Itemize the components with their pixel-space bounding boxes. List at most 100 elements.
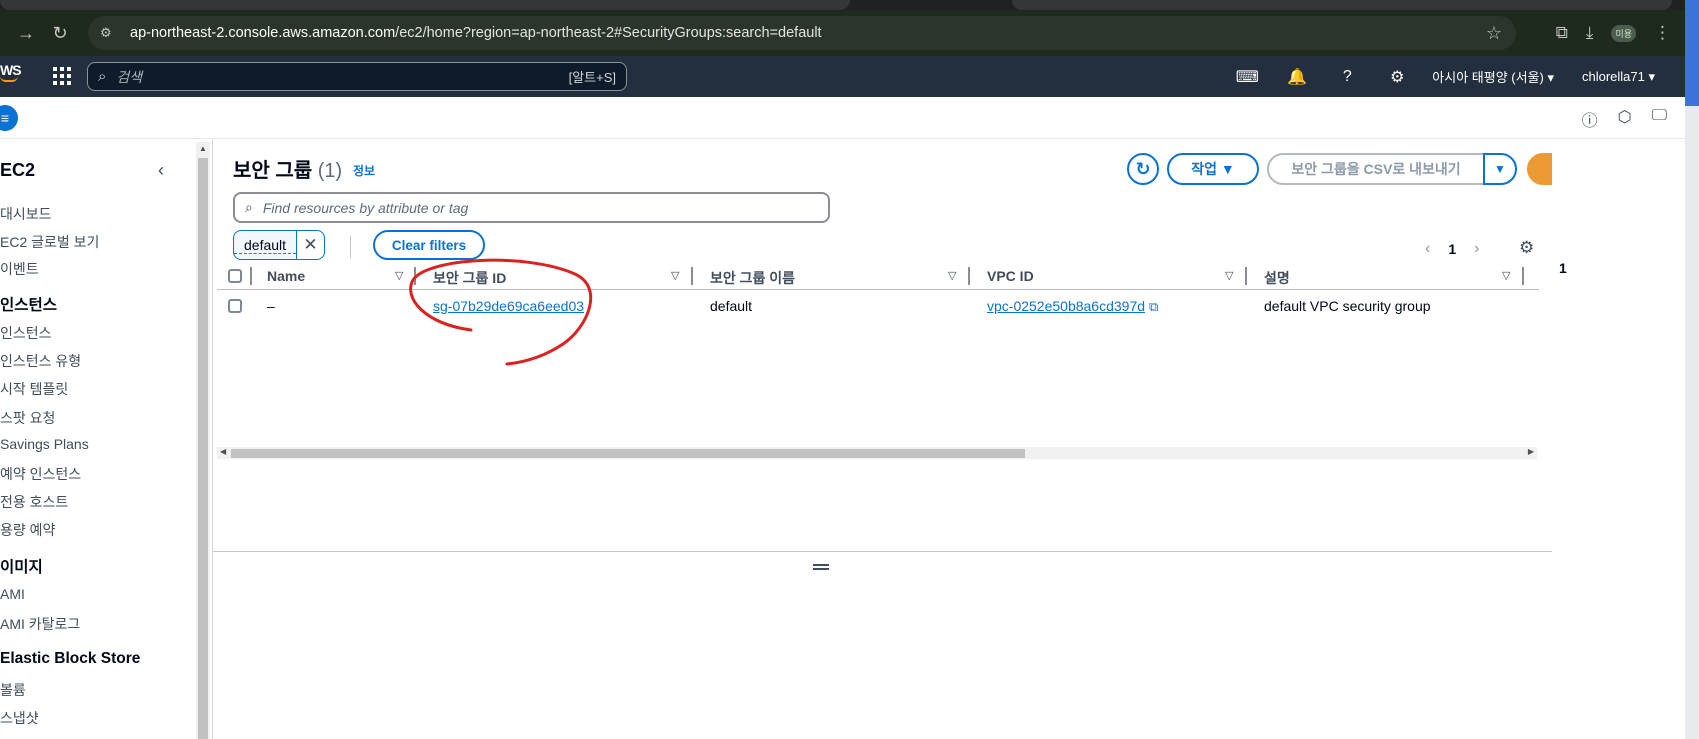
sidebar-item-instances[interactable]: 인스턴스 <box>0 323 52 343</box>
annotation-circle <box>409 258 593 366</box>
scroll-left-arrow-icon[interactable]: ◀ <box>220 447 226 456</box>
refresh-button[interactable]: ↻ <box>1127 153 1159 185</box>
previous-page-icon[interactable]: ‹ <box>1425 240 1430 258</box>
address-url[interactable]: ap-northeast-2.console.aws.amazon.com/ec… <box>130 25 822 41</box>
filter-placeholder: Find resources by attribute or tag <box>262 199 469 216</box>
remove-token-icon[interactable]: ✕ <box>296 231 325 259</box>
sort-icon[interactable]: ▽ <box>1225 269 1233 282</box>
page-title-text: 보안 그룹 <box>233 160 313 182</box>
clear-filters-button[interactable]: Clear filters <box>373 230 485 260</box>
sidebar-item-reserved-instances[interactable]: 예약 인스턴스 <box>0 464 81 484</box>
column-divider[interactable] <box>691 267 693 285</box>
column-header-description[interactable]: 설명 <box>1264 268 1290 288</box>
filter-input[interactable]: ⌕ Find resources by attribute or tag <box>233 192 830 223</box>
select-all-checkbox[interactable] <box>228 269 242 283</box>
sidebar-section-instances[interactable]: 인스턴스 <box>0 293 57 315</box>
cell-group-name: default <box>710 298 753 314</box>
sidebar-item-volumes[interactable]: 볼륨 <box>0 680 26 700</box>
browser-toolbar: → ↻ ⚙ ap-northeast-2.console.aws.amazon.… <box>0 10 1685 56</box>
scroll-right-arrow-icon[interactable]: ▶ <box>1528 447 1534 456</box>
region-selector[interactable]: 아시아 태평양 (서울) ▾ <box>1432 67 1554 86</box>
sidebar-item-launch-templates[interactable]: 시작 템플릿 <box>0 379 68 399</box>
info-panel-icon[interactable]: ⓘ <box>1582 107 1598 131</box>
column-divider <box>250 267 252 285</box>
feedback-icon[interactable]: 🖵 <box>1652 107 1667 131</box>
vpc-id-link[interactable]: vpc-0252e50b8a6cd397d <box>987 298 1145 314</box>
aws-logo[interactable]: WS <box>0 62 22 82</box>
column-header-name[interactable]: Name <box>267 268 305 284</box>
sidebar-item-ami-catalog[interactable]: AMI 카탈로그 <box>0 614 80 634</box>
filter-token-label[interactable]: default <box>234 237 297 254</box>
sidebar-scroll-thumb[interactable] <box>198 158 208 739</box>
aws-header-right: ⌨ 🔔 ? ⚙ 아시아 태평양 (서울) ▾ chlorella71 ▾ <box>1222 56 1685 97</box>
pagination: ‹ 1 › <box>1425 240 1479 258</box>
collapse-sidebar-icon[interactable]: ‹ <box>158 160 164 181</box>
cell-name[interactable]: – <box>267 298 275 314</box>
page-number[interactable]: 1 <box>1448 241 1456 257</box>
help-icon[interactable]: ? <box>1322 68 1372 86</box>
column-divider[interactable] <box>1245 267 1247 285</box>
cell-vpc-id: vpc-0252e50b8a6cd397d ⧉ <box>987 298 1158 315</box>
browser-menu-icon[interactable]: ⋮ <box>1654 23 1671 43</box>
sidebar-item-savings-plans[interactable]: Savings Plans <box>0 436 89 452</box>
console-nav-icon[interactable]: ⬡ <box>1618 107 1632 131</box>
split-panel-resize-handle[interactable] <box>813 564 829 570</box>
browser-tab-strip <box>0 0 1699 10</box>
split-panel: ▭ ▣ ▢ <box>213 551 1685 739</box>
site-info-icon[interactable]: ⚙ <box>100 25 116 41</box>
export-dropdown-button[interactable]: ▼ <box>1483 153 1517 185</box>
sidebar-item-dashboard[interactable]: 대시보드 <box>0 204 52 224</box>
table-scroll-thumb[interactable] <box>231 449 1025 458</box>
sidebar-item-ami[interactable]: AMI <box>0 586 25 602</box>
browser-tab[interactable] <box>0 0 850 10</box>
column-divider[interactable] <box>1522 267 1524 285</box>
reload-icon[interactable]: ↻ <box>46 19 74 47</box>
sidebar-item-events[interactable]: 이벤트 <box>0 259 39 279</box>
sub-header-icons: ⓘ ⬡ 🖵 <box>1582 107 1667 131</box>
sidebar-section-images[interactable]: 이미지 <box>0 555 43 577</box>
sidebar-item-spot-requests[interactable]: 스팟 요청 <box>0 408 55 428</box>
adjacent-window-accent <box>1685 0 1699 106</box>
address-bar[interactable]: ⚙ ap-northeast-2.console.aws.amazon.com/… <box>88 16 1516 50</box>
scroll-up-arrow-icon[interactable]: ▲ <box>199 144 207 153</box>
browser-tab[interactable] <box>1012 0 1672 10</box>
aws-search-placeholder: 검색 <box>116 68 143 85</box>
column-divider[interactable] <box>968 267 970 285</box>
sidebar-item-capacity-reservations[interactable]: 용량 예약 <box>0 520 55 540</box>
download-icon[interactable]: ⤓ <box>1586 23 1594 43</box>
info-link[interactable]: 정보 <box>353 162 375 179</box>
sidebar-item-global-view[interactable]: EC2 글로벌 보기 <box>0 232 99 252</box>
sort-icon[interactable]: ▽ <box>1502 269 1510 282</box>
aws-search-input[interactable]: ⌕ 검색 [알트+S] <box>87 62 627 91</box>
bookmark-star-icon[interactable]: ☆ <box>1486 23 1502 44</box>
sidebar-section-ebs[interactable]: Elastic Block Store <box>0 650 140 668</box>
caret-down-icon: ▼ <box>1494 162 1506 176</box>
forward-icon[interactable]: → <box>12 19 40 47</box>
services-grid-icon[interactable] <box>53 67 71 85</box>
search-icon: ⌕ <box>98 68 107 85</box>
next-page-icon[interactable]: › <box>1474 240 1479 258</box>
notifications-bell-icon[interactable]: 🔔 <box>1272 67 1322 87</box>
side-nav-toggle-icon[interactable]: ≡ <box>0 105 18 131</box>
settings-gear-icon[interactable]: ⚙ <box>1372 67 1422 87</box>
sort-icon[interactable]: ▽ <box>395 269 403 282</box>
row-checkbox[interactable] <box>228 299 242 313</box>
sidebar-item-snapshots[interactable]: 스냅샷 <box>0 708 39 728</box>
sort-icon[interactable]: ▽ <box>948 269 956 282</box>
table-preferences-gear-icon[interactable]: ⚙ <box>1519 238 1534 258</box>
column-header-vpc-id[interactable]: VPC ID <box>987 268 1034 284</box>
profile-badge[interactable]: 미용 <box>1611 24 1636 42</box>
sort-icon[interactable]: ▽ <box>671 269 679 282</box>
column-header-group-name[interactable]: 보안 그룹 이름 <box>710 268 795 288</box>
cloudshell-icon[interactable]: ⌨ <box>1222 67 1272 87</box>
external-link-icon[interactable]: ⧉ <box>1149 299 1158 314</box>
cell-description: default VPC security group <box>1264 298 1431 314</box>
export-csv-button[interactable]: 보안 그룹을 CSV로 내보내기 <box>1267 153 1485 185</box>
sidebar-item-dedicated-hosts[interactable]: 전용 호스트 <box>0 492 68 512</box>
account-menu[interactable]: chlorella71 ▾ <box>1582 69 1655 85</box>
sidebar-item-instance-types[interactable]: 인스턴스 유형 <box>0 351 81 371</box>
table-horizontal-scrollbar[interactable]: ◀ ▶ <box>217 447 1537 459</box>
sidebar-scrollbar[interactable]: ▲ <box>196 142 210 739</box>
actions-button[interactable]: 작업 ▼ <box>1167 153 1259 185</box>
extensions-icon[interactable]: ⧉ <box>1556 23 1568 43</box>
